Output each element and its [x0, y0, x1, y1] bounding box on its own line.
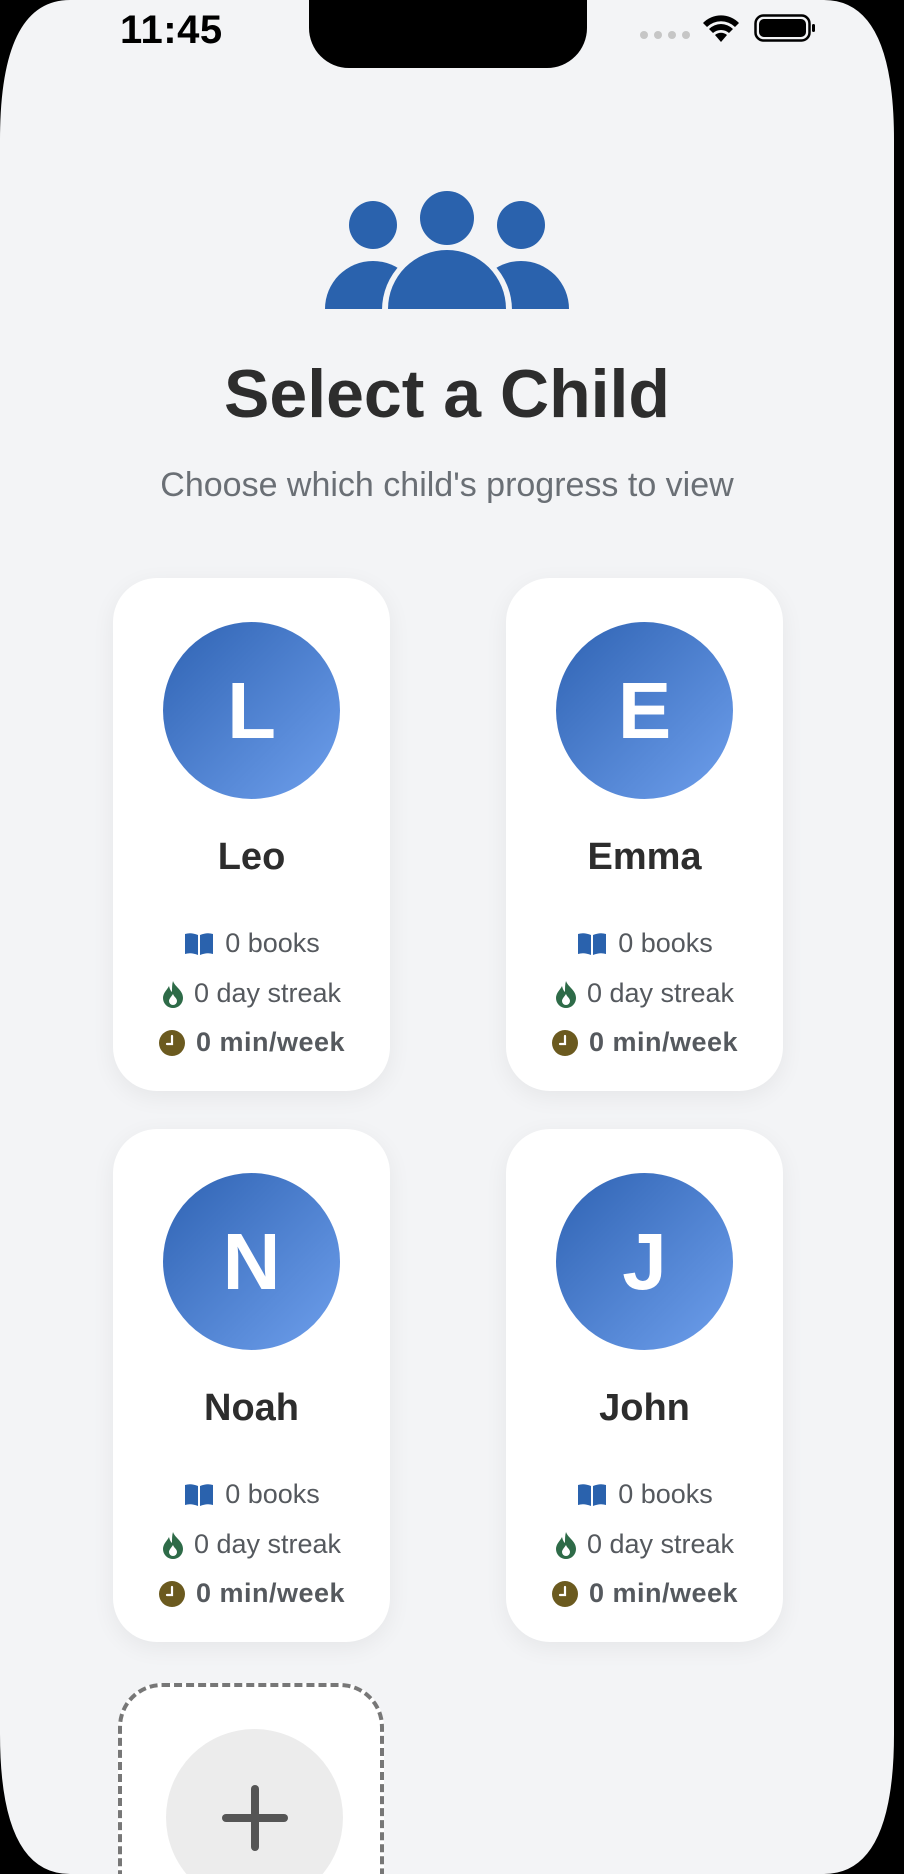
book-icon: [576, 931, 608, 957]
child-name: Leo: [217, 836, 286, 878]
child-name: Noah: [204, 1387, 299, 1429]
streak-stat: 0 day streak: [506, 978, 783, 1009]
avatar: J: [556, 1173, 733, 1350]
books-count: 0 books: [618, 928, 713, 958]
streak-stat: 0 day streak: [113, 978, 390, 1009]
book-icon: [183, 931, 215, 957]
child-card-leo[interactable]: L Leo 0 books 0 day streak 0 min/week: [113, 578, 390, 1091]
time-stat: 0 min/week: [113, 1027, 390, 1058]
child-card-noah[interactable]: N Noah 0 books 0 day streak 0 min/week: [113, 1129, 390, 1642]
child-name: John: [599, 1387, 690, 1429]
streak-stat: 0 day streak: [506, 1529, 783, 1560]
flame-icon: [555, 1531, 577, 1559]
battery-icon: [754, 14, 815, 42]
status-bar: 11:45: [0, 0, 894, 68]
streak-count: 0 day streak: [586, 978, 735, 1008]
screen-corner-bottom-right: [824, 1734, 894, 1874]
clock-icon: [551, 1580, 579, 1608]
books-stat: 0 books: [506, 928, 783, 959]
book-icon: [576, 1482, 608, 1508]
wifi-icon: [703, 15, 739, 42]
weekly-minutes: 0 min/week: [195, 1578, 346, 1608]
streak-count: 0 day streak: [193, 1529, 342, 1559]
time-stat: 0 min/week: [113, 1578, 390, 1609]
books-stat: 0 books: [113, 1479, 390, 1510]
dynamic-island: [309, 0, 587, 68]
page-title: Select a Child: [224, 356, 670, 432]
streak-stat: 0 day streak: [113, 1529, 390, 1560]
device-bezel-right: [894, 0, 904, 1874]
books-count: 0 books: [618, 1479, 713, 1509]
avatar: E: [556, 622, 733, 799]
streak-count: 0 day streak: [586, 1529, 735, 1559]
weekly-minutes: 0 min/week: [195, 1027, 346, 1057]
time-stat: 0 min/week: [506, 1027, 783, 1058]
books-count: 0 books: [225, 1479, 320, 1509]
add-child-button[interactable]: [166, 1729, 343, 1874]
child-card-john[interactable]: J John 0 books 0 day streak 0 min/week: [506, 1129, 783, 1642]
weekly-minutes: 0 min/week: [588, 1027, 739, 1057]
avatar: L: [163, 622, 340, 799]
weekly-minutes: 0 min/week: [588, 1578, 739, 1608]
book-icon: [183, 1482, 215, 1508]
add-child-card[interactable]: [118, 1683, 384, 1874]
flame-icon: [162, 1531, 184, 1559]
avatar: N: [163, 1173, 340, 1350]
books-stat: 0 books: [506, 1479, 783, 1510]
users-icon: [325, 186, 569, 310]
books-stat: 0 books: [113, 928, 390, 959]
flame-icon: [555, 980, 577, 1008]
clock-icon: [158, 1580, 186, 1608]
screen-corner-bottom-left: [0, 1734, 70, 1874]
screen-corner-top-left: [0, 0, 70, 140]
status-time: 11:45: [120, 8, 223, 52]
child-name: Emma: [587, 836, 702, 878]
app-screen: 11:45 Select a Child Choose which child'…: [0, 0, 894, 1874]
cellular-signal-icon: [640, 31, 690, 39]
screen-corner-top-right: [824, 0, 894, 140]
flame-icon: [162, 980, 184, 1008]
time-stat: 0 min/week: [506, 1578, 783, 1609]
child-card-emma[interactable]: E Emma 0 books 0 day streak 0 min/week: [506, 578, 783, 1091]
plus-icon: [221, 1784, 288, 1851]
clock-icon: [158, 1029, 186, 1057]
books-count: 0 books: [225, 928, 320, 958]
page-subtitle: Choose which child's progress to view: [160, 466, 734, 504]
clock-icon: [551, 1029, 579, 1057]
streak-count: 0 day streak: [193, 978, 342, 1008]
